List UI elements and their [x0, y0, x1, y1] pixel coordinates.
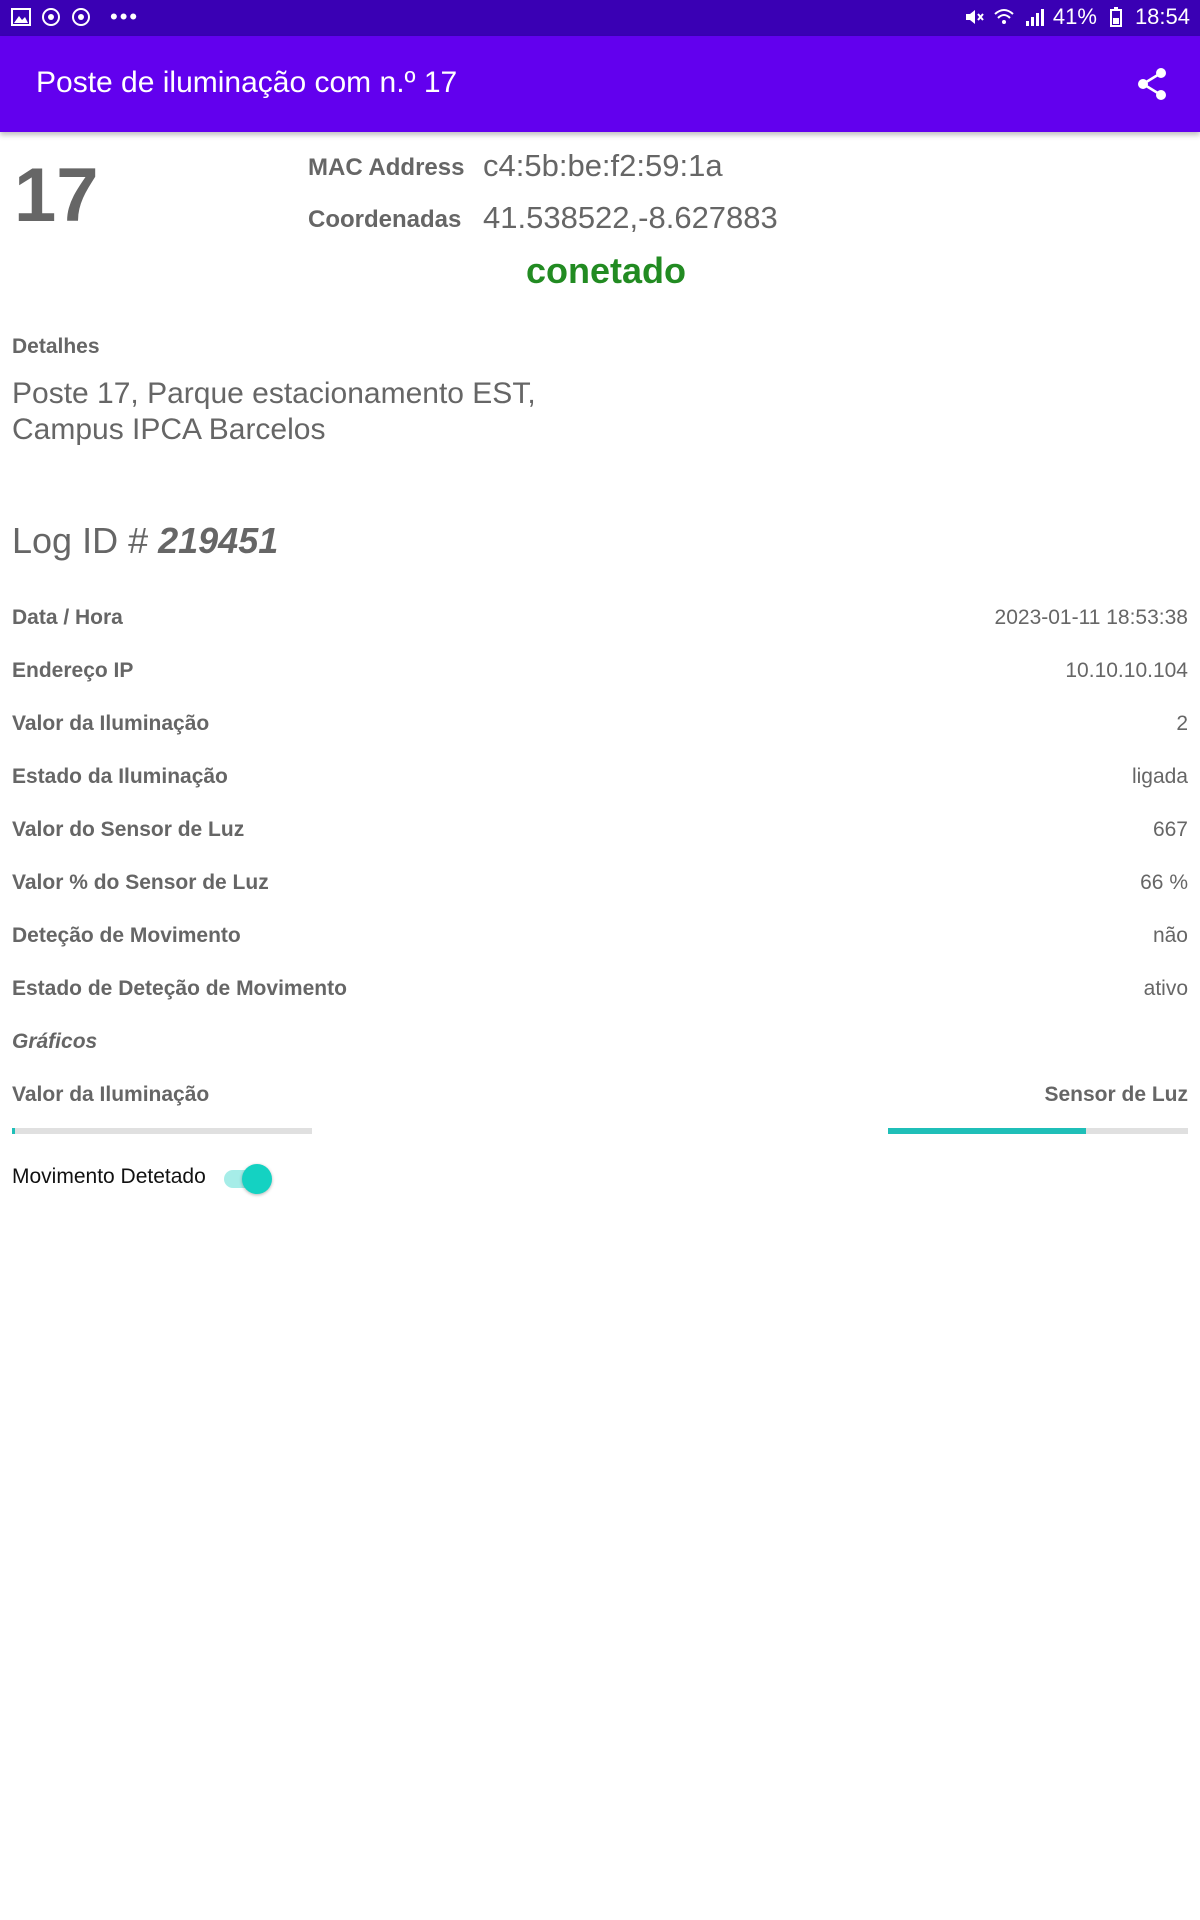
light-sensor-progress-bar [888, 1128, 1188, 1134]
table-row: Deteção de Movimento não [12, 924, 1188, 954]
log-id-number: 219451 [158, 520, 279, 561]
row-label: Valor % do Sensor de Luz [12, 871, 269, 894]
coordinates-label: Coordenadas [308, 206, 462, 233]
more-notifications-icon: ••• [110, 4, 140, 29]
connection-status: conetado [526, 250, 687, 291]
clock: 18:54 [1134, 4, 1190, 29]
image-icon [11, 8, 31, 26]
battery-icon [1109, 7, 1122, 27]
row-value: não [1152, 924, 1188, 947]
row-value: ativo [1143, 977, 1188, 1000]
mute-icon [965, 10, 984, 24]
table-row: Data / Hora 2023-01-11 18:53:38 [12, 606, 1188, 636]
motion-detected-switch[interactable] [222, 1162, 274, 1194]
row-label: Estado da Iluminação [12, 765, 228, 788]
switch-thumb [242, 1164, 272, 1194]
page-title: Poste de iluminação com n.º 17 [36, 66, 458, 99]
details-title: Detalhes [12, 335, 100, 358]
table-row: Valor % do Sensor de Luz 66 % [12, 871, 1188, 901]
illumination-progress-bar [12, 1128, 312, 1134]
wifi-icon [994, 9, 1014, 24]
log-id: Log ID # 219451 [12, 520, 278, 562]
table-row: Endereço IP 10.10.10.104 [12, 659, 1188, 689]
row-value: 2023-01-11 18:53:38 [994, 606, 1188, 629]
battery-percent: 41% [1052, 4, 1097, 29]
row-value: 2 [1176, 712, 1188, 735]
row-label: Endereço IP [12, 659, 134, 682]
table-row: Valor da Iluminação 2 [12, 712, 1188, 742]
light-sensor-progress-fill [888, 1128, 1086, 1134]
row-value: ligada [1131, 765, 1188, 788]
status-bar: ••• 41% 18:54 [0, 0, 1200, 36]
illumination-progress-fill [12, 1128, 15, 1134]
row-value: 10.10.10.104 [1065, 659, 1188, 682]
share-icon[interactable] [1134, 66, 1170, 102]
motion-detected-label: Movimento Detetado [12, 1165, 206, 1188]
row-value: 667 [1152, 818, 1188, 841]
signal-icon [1025, 9, 1044, 26]
details-line-2: Campus IPCA Barcelos [12, 413, 326, 446]
row-label: Estado de Deteção de Movimento [12, 977, 347, 1000]
row-value: 66 % [1140, 871, 1188, 894]
status-bar-system: 41% 18:54 [963, 4, 1190, 30]
details-text: Poste 17, Parque estacionamento EST, Cam… [12, 376, 712, 448]
sync-icon [72, 8, 90, 26]
mac-address-label: MAC Address [308, 154, 465, 181]
table-row: Estado da Iluminação ligada [12, 765, 1188, 795]
graphs-title: Gráficos [12, 1030, 98, 1053]
table-row: Valor do Sensor de Luz 667 [12, 818, 1188, 848]
table-row: Estado de Deteção de Movimento ativo [12, 977, 1188, 1007]
details-line-1: Poste 17, Parque estacionamento EST, [12, 377, 536, 410]
row-label: Data / Hora [12, 606, 123, 629]
mac-address-value: c4:5b:be:f2:59:1a [483, 148, 723, 183]
light-sensor-graph-label: Sensor de Luz [1044, 1083, 1188, 1106]
coordinates-value: 41.538522,-8.627883 [483, 200, 778, 235]
app-bar: Poste de iluminação com n.º 17 [0, 36, 1200, 132]
row-label: Valor do Sensor de Luz [12, 818, 245, 841]
illumination-graph-label: Valor da Iluminação [12, 1083, 210, 1106]
row-label: Valor da Iluminação [12, 712, 210, 735]
row-label: Deteção de Movimento [12, 924, 241, 947]
log-id-prefix: Log ID # [12, 520, 149, 561]
pole-number: 17 [14, 153, 99, 238]
status-bar-notifications: ••• [10, 6, 139, 28]
sync-icon [42, 8, 60, 26]
